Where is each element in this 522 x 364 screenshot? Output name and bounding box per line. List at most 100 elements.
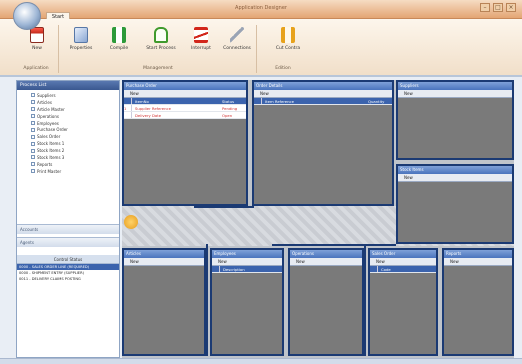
panel-purchase-order[interactable]: Purchase Order New ItemNo Status 1 Supplie…: [122, 80, 248, 206]
panel-new-button[interactable]: New: [444, 258, 512, 266]
panel-new-button[interactable]: New: [370, 258, 436, 266]
start-process-label: Start Process: [146, 46, 176, 51]
design-canvas[interactable]: Purchase Order New ItemNo Status 1 Supplie…: [122, 80, 514, 358]
list-item[interactable]: 0011 - DELIVERY CLAIMS POSTING: [17, 276, 119, 282]
list-item[interactable]: Stock Items 2: [31, 147, 119, 154]
panel-new-button[interactable]: New: [398, 90, 512, 98]
list-item[interactable]: Suppliers: [31, 92, 119, 99]
start-process-button[interactable]: Start Process: [146, 27, 176, 51]
panel-title[interactable]: Employees: [212, 250, 282, 258]
panel-articles[interactable]: Articles New: [122, 248, 206, 356]
checkbox[interactable]: [31, 134, 35, 139]
panel-operations[interactable]: Operations New: [288, 248, 364, 356]
panel-title[interactable]: Order Details: [254, 82, 392, 90]
compile-button[interactable]: Compile: [104, 27, 134, 51]
checkbox[interactable]: [31, 155, 35, 160]
panel-title[interactable]: Reports: [444, 250, 512, 258]
panel-title[interactable]: Operations: [290, 250, 362, 258]
checkbox[interactable]: [31, 169, 35, 174]
cut-contra-button[interactable]: Cut Contra: [273, 27, 303, 51]
new-button[interactable]: New: [22, 27, 52, 51]
maximize-button[interactable]: □: [493, 3, 503, 12]
puzzle-icon[interactable]: [124, 215, 138, 229]
process-list-header: Process List: [17, 81, 119, 90]
list-item[interactable]: Article Master: [31, 106, 119, 113]
agents-section[interactable]: Agents: [17, 237, 119, 247]
checkbox[interactable]: [31, 162, 35, 167]
list-item-label: Purchase Order: [37, 127, 68, 133]
cell: Quantity: [368, 99, 385, 104]
close-button[interactable]: ×: [506, 3, 516, 12]
panel-sales-order[interactable]: Sales Order New Code: [368, 248, 438, 356]
checkbox[interactable]: [31, 93, 35, 98]
accounts-section[interactable]: Accounts: [17, 224, 119, 234]
panel-new-button[interactable]: New: [254, 90, 392, 98]
pencil-icon: [230, 27, 244, 43]
list-item[interactable]: Articles: [31, 99, 119, 106]
table-row[interactable]: Code: [370, 266, 436, 273]
panel-title[interactable]: Articles: [124, 250, 204, 258]
connector-line: [194, 206, 254, 208]
panel-stock-items[interactable]: Stock Items New: [396, 164, 514, 244]
checkbox[interactable]: [31, 107, 35, 112]
cell: Supplier Reference: [135, 106, 171, 111]
connections-button[interactable]: Connections: [222, 27, 252, 51]
list-item[interactable]: Stock Items 3: [31, 154, 119, 161]
panel-reports[interactable]: Reports New: [442, 248, 514, 356]
panel-title[interactable]: Purchase Order: [124, 82, 246, 90]
group-label-edition: Edition: [275, 66, 291, 71]
list-item-label: Stock Items 3: [37, 154, 65, 160]
compile-label: Compile: [109, 46, 129, 51]
checkbox[interactable]: [31, 148, 35, 153]
table-row[interactable]: Item Reference Quantity: [254, 98, 392, 105]
interrupt-label: Interrupt: [191, 46, 211, 51]
panel-title[interactable]: Stock Items: [398, 166, 512, 174]
title-bar: Application Designer – □ ×: [0, 0, 522, 19]
list-item-label: Print Master: [37, 168, 62, 174]
cut-contra-label: Cut Contra: [275, 46, 301, 51]
list-item[interactable]: Operations: [31, 113, 119, 120]
panel-suppliers[interactable]: Suppliers New: [396, 80, 514, 160]
list-item-label: Suppliers: [37, 92, 56, 98]
cell: ItemNo: [135, 99, 149, 104]
panel-employees[interactable]: Employees New Description: [210, 248, 284, 356]
cell: [124, 98, 132, 104]
process-list-pane: Process List Suppliers Articles Article …: [16, 80, 120, 358]
table-row[interactable]: ItemNo Status: [124, 98, 246, 105]
list-item[interactable]: Stock Items 1: [31, 140, 119, 147]
list-item[interactable]: Employees: [31, 120, 119, 127]
panel-new-button[interactable]: New: [398, 174, 512, 182]
checkbox[interactable]: [31, 121, 35, 125]
checkbox[interactable]: [31, 100, 35, 105]
application-menu-button[interactable]: [13, 2, 41, 30]
group-label-management: Management: [143, 66, 173, 71]
panel-title[interactable]: Sales Order: [370, 250, 436, 258]
checkbox[interactable]: [31, 114, 35, 119]
list-item[interactable]: Print Master: [31, 168, 119, 175]
table-row[interactable]: 1 Supplier Reference Pending: [124, 105, 246, 112]
list-item[interactable]: Sales Order: [31, 133, 119, 140]
new-label: New: [32, 46, 42, 51]
table-row[interactable]: Description: [212, 266, 282, 273]
checkbox[interactable]: [31, 127, 35, 132]
panel-new-button[interactable]: New: [124, 258, 204, 266]
list-item-label: Article Master: [37, 106, 65, 112]
h-icon: [112, 27, 126, 43]
list-item[interactable]: Reports: [31, 161, 119, 168]
panel-new-button[interactable]: New: [212, 258, 282, 266]
panel-new-button[interactable]: New: [124, 90, 246, 98]
properties-button[interactable]: Properties: [66, 27, 96, 51]
control-status-header: Control Status: [17, 255, 119, 264]
status-bar: [0, 358, 522, 364]
checkbox[interactable]: [31, 141, 35, 146]
minimize-button[interactable]: –: [480, 3, 490, 12]
list-item[interactable]: Purchase Order: [31, 126, 119, 133]
panel-new-button[interactable]: New: [290, 258, 362, 266]
panel-order-details[interactable]: Order Details New Item Reference Quantity: [252, 80, 394, 206]
interrupt-button[interactable]: Interrupt: [186, 27, 216, 51]
connector-line: [364, 244, 366, 356]
panel-title[interactable]: Suppliers: [398, 82, 512, 90]
cell: 1: [124, 105, 132, 111]
cell: Open: [222, 113, 233, 118]
table-row[interactable]: Delivery Date Open: [124, 112, 246, 119]
